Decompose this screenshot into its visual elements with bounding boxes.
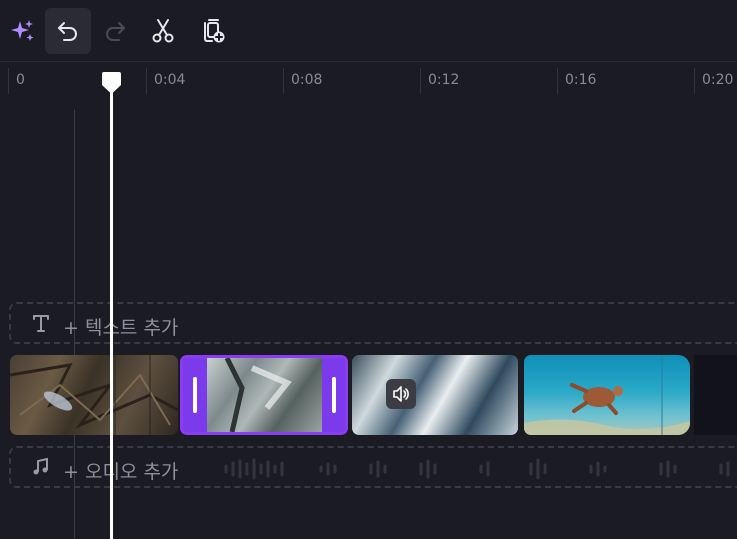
ruler-label: 0:04 (154, 72, 186, 88)
undo-icon (58, 22, 77, 41)
ruler-label: 0:12 (428, 72, 460, 88)
duplicate-icon (204, 19, 225, 43)
add-audio-track[interactable]: + 오디오 추가 (9, 446, 737, 488)
sparkle-icon (11, 20, 34, 41)
video-clip-selected[interactable] (180, 355, 348, 435)
ruler-label: 0:16 (565, 72, 597, 88)
redo-icon (106, 22, 125, 41)
speaker-icon[interactable] (386, 379, 416, 409)
ruler-tick (557, 68, 558, 94)
trim-handle-right[interactable] (322, 358, 345, 432)
timeline-toolbar (0, 0, 737, 62)
ruler-tick (694, 68, 695, 94)
video-clip[interactable] (524, 355, 690, 435)
add-text-label: + 텍스트 추가 (63, 317, 179, 339)
playhead-line[interactable] (110, 86, 113, 539)
magic-button[interactable] (0, 8, 46, 54)
ruler-tick (8, 68, 9, 94)
add-text-track[interactable]: + 텍스트 추가 (9, 302, 737, 344)
split-button[interactable] (140, 8, 186, 54)
playhead-handle[interactable] (102, 72, 121, 94)
clip-thumbnail (10, 355, 178, 435)
undo-button[interactable] (45, 8, 91, 54)
redo-button[interactable] (92, 8, 138, 54)
video-clip[interactable] (10, 355, 178, 435)
timeline-empty-area (694, 355, 737, 435)
add-audio-label: + 오디오 추가 (63, 461, 179, 483)
ruler-tick (420, 68, 421, 94)
ruler-label: 0 (16, 72, 25, 88)
clip-thumbnail (524, 355, 690, 435)
trim-handle-left[interactable] (183, 358, 207, 432)
video-clip[interactable] (352, 355, 518, 435)
music-note-icon (29, 455, 53, 479)
ruler-label: 0:08 (291, 72, 323, 88)
ruler-tick (283, 68, 284, 94)
audio-waveform-placeholder (224, 458, 730, 480)
ruler-tick (146, 68, 147, 94)
ruler-label: 0:20 (702, 72, 734, 88)
clip-thumbnail (207, 358, 322, 432)
text-icon (29, 311, 53, 335)
scissors-icon (152, 19, 174, 43)
duplicate-button[interactable] (190, 8, 236, 54)
